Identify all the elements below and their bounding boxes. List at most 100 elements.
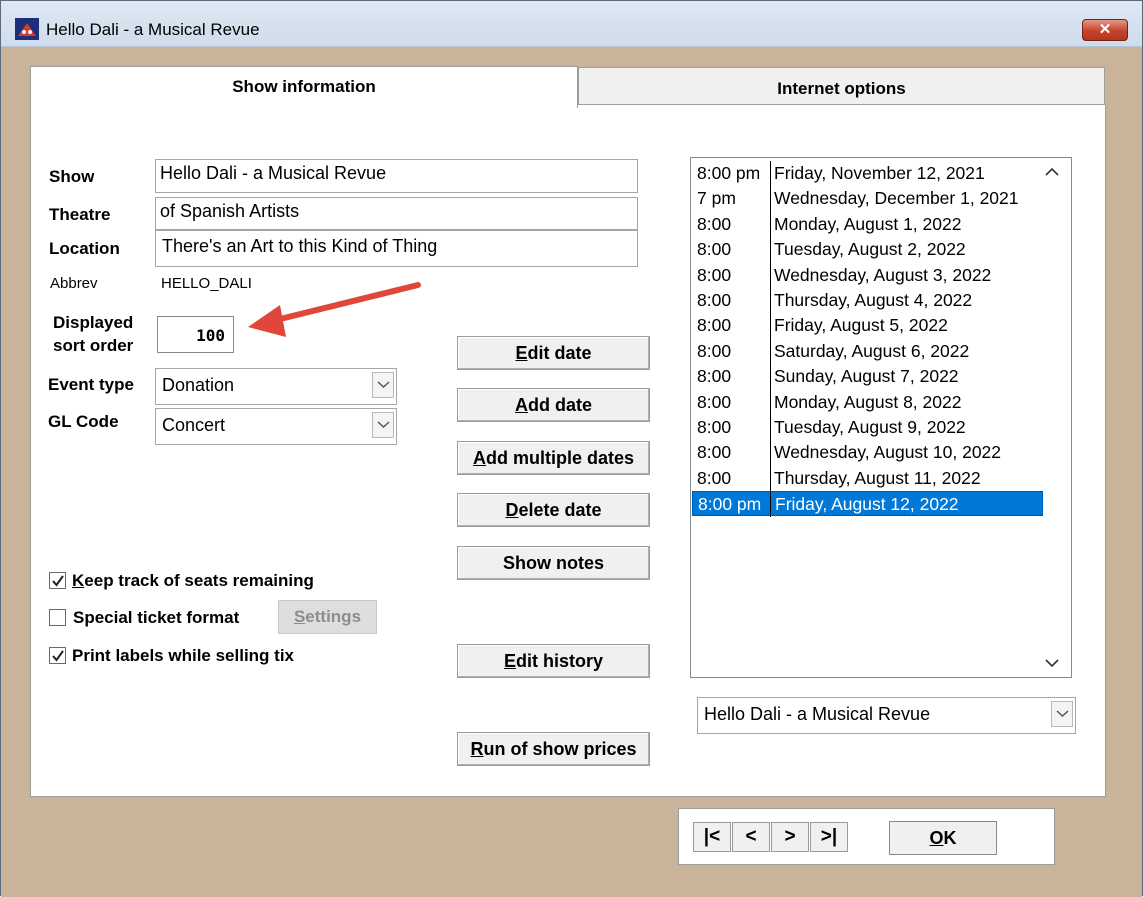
date-value: Monday, August 8, 2022: [774, 391, 962, 412]
keep-track-seats-checkbox[interactable]: [49, 572, 66, 589]
date-value: Wednesday, August 10, 2022: [774, 442, 1002, 463]
date-list-item[interactable]: 8:00 Monday, August 8, 2022: [692, 390, 1043, 415]
date-list-item[interactable]: 8:00 Tuesday, August 9, 2022: [692, 415, 1043, 440]
tab-show-information[interactable]: Show information: [30, 66, 578, 108]
special-ticket-format-checkbox[interactable]: [49, 609, 66, 626]
date-list-item[interactable]: 8:00 Friday, August 5, 2022: [692, 313, 1043, 338]
date-value: Tuesday, August 9, 2022: [774, 417, 966, 437]
last-record-button[interactable]: >|: [810, 822, 848, 852]
theatre-field[interactable]: of Spanish Artists: [155, 197, 638, 230]
settings-label: ettings: [305, 607, 362, 626]
ok-button[interactable]: OK: [889, 821, 997, 855]
chevron-down-icon[interactable]: [372, 412, 394, 438]
event-type-value: Donation: [162, 375, 235, 395]
settings-button[interactable]: Settings: [278, 600, 377, 634]
date-value: Thursday, August 4, 2022: [774, 290, 973, 310]
edit-history-label: dit history: [516, 651, 604, 671]
gl-code-label: GL Code: [48, 412, 119, 431]
date-time: 8:00: [697, 264, 732, 285]
edit-date-label: dit date: [527, 343, 592, 363]
date-list-item[interactable]: 7 pm Wednesday, December 1, 2021: [692, 186, 1043, 211]
show-selector[interactable]: Hello Dali - a Musical Revue: [697, 697, 1076, 734]
date-list-item[interactable]: 8:00 Saturday, August 6, 2022: [692, 339, 1043, 364]
date-time: 8:00: [697, 315, 732, 336]
theatre-label: Theatre: [49, 205, 111, 224]
date-list-item[interactable]: 8:00 pm Friday, August 12, 2022: [692, 491, 1043, 517]
chevron-down-icon[interactable]: [1051, 701, 1073, 727]
add-date-label: dd date: [527, 395, 592, 415]
delete-date-mnemonic: D: [505, 500, 519, 520]
close-icon: ✕: [1098, 21, 1112, 38]
date-value: Thursday, August 11, 2022: [774, 467, 981, 488]
edit-date-mnemonic: E: [515, 343, 528, 363]
date-value: Sunday, August 7, 2022: [774, 366, 959, 387]
app-theatre-icon: [15, 18, 39, 40]
scroll-up-icon[interactable]: [1045, 164, 1067, 184]
abbrev-label: Abbrev: [50, 275, 98, 292]
date-value: Wednesday, December 1, 2021: [774, 188, 1019, 209]
event-type-select[interactable]: Donation: [155, 368, 397, 405]
print-labels-label[interactable]: Print labels while selling tix: [72, 646, 294, 666]
show-notes-button[interactable]: Show notes: [457, 546, 650, 580]
sort-order-field[interactable]: 100: [157, 316, 234, 353]
special-ticket-format-label[interactable]: Special ticket format: [73, 608, 239, 628]
show-selector-value: Hello Dali - a Musical Revue: [704, 704, 931, 724]
date-list-item[interactable]: 8:00 pm Friday, November 12, 2021: [692, 161, 1043, 186]
main-window: Hello Dali - a Musical Revue ✕ Show info…: [0, 0, 1143, 897]
run-prices-label: un of show prices: [483, 739, 637, 759]
add-multiple-label: dd multiple dates: [485, 448, 635, 468]
keep-track-seats-label[interactable]: Keep track of seats remaining: [72, 571, 314, 591]
date-list-item[interactable]: 8:00 Wednesday, August 3, 2022: [692, 263, 1043, 288]
date-list-item[interactable]: 8:00 Sunday, August 7, 2022: [692, 364, 1043, 389]
next-record-button[interactable]: >: [771, 822, 809, 852]
date-time: 8:00 pm: [697, 163, 761, 183]
date-time: 8:00: [697, 417, 732, 437]
date-value: Monday, August 1, 2022: [774, 213, 962, 234]
add-date-button[interactable]: Add date: [457, 388, 650, 422]
run-of-show-prices-button[interactable]: Run of show prices: [457, 732, 650, 766]
date-value: Friday, November 12, 2021: [774, 163, 985, 183]
ok-label: K: [943, 828, 957, 848]
date-list-item[interactable]: 8:00 Wednesday, August 10, 2022: [692, 440, 1043, 465]
gl-code-select[interactable]: Concert: [155, 408, 397, 445]
show-label: Show: [49, 167, 95, 186]
delete-date-button[interactable]: Delete date: [457, 493, 650, 527]
date-value: Tuesday, August 2, 2022: [774, 239, 966, 260]
date-time: 8:00: [697, 213, 732, 234]
sort-order-label-1: Displayed: [53, 313, 134, 332]
date-value: Saturday, August 6, 2022: [774, 340, 970, 361]
edit-history-mnemonic: E: [503, 651, 516, 671]
scroll-down-icon[interactable]: [1045, 655, 1067, 675]
checkmark-icon: [52, 575, 64, 587]
edit-history-button[interactable]: Edit history: [457, 644, 650, 678]
title-bar: Hello Dali - a Musical Revue ✕: [1, 1, 1142, 47]
chevron-down-icon[interactable]: [372, 372, 394, 398]
first-record-button[interactable]: |<: [693, 822, 731, 852]
settings-mnemonic: S: [293, 607, 306, 626]
ok-mnemonic: O: [929, 828, 944, 848]
print-labels-checkbox[interactable]: [49, 647, 66, 664]
previous-record-button[interactable]: <: [732, 822, 770, 852]
add-multiple-dates-button[interactable]: Add multiple dates: [457, 441, 650, 475]
date-value: Wednesday, August 3, 2022: [774, 264, 992, 285]
date-list-item[interactable]: 8:00 Thursday, August 11, 2022: [692, 466, 1043, 491]
show-name-field[interactable]: Hello Dali - a Musical Revue: [155, 159, 638, 193]
date-time: 8:00: [697, 366, 732, 387]
tab-internet-options[interactable]: Internet options: [578, 67, 1105, 105]
date-list-item[interactable]: 8:00 Tuesday, August 2, 2022: [692, 237, 1043, 262]
run-prices-mnemonic: R: [470, 739, 484, 759]
date-value: Friday, August 12, 2022: [775, 494, 959, 515]
location-field[interactable]: There's an Art to this Kind of Thing: [155, 230, 638, 267]
date-value: Friday, August 5, 2022: [774, 315, 948, 336]
add-date-mnemonic: A: [514, 395, 528, 415]
add-multiple-mnemonic: A: [472, 448, 486, 468]
date-list-item[interactable]: 8:00 Monday, August 1, 2022: [692, 212, 1043, 237]
edit-date-button[interactable]: Edit date: [457, 336, 650, 370]
location-label: Location: [49, 239, 120, 258]
date-list-item[interactable]: 8:00 Thursday, August 4, 2022: [692, 288, 1043, 313]
date-time: 7 pm: [697, 188, 736, 209]
date-time: 8:00 pm: [698, 494, 762, 515]
sort-order-label-2: sort order: [53, 336, 134, 355]
close-button[interactable]: ✕: [1082, 19, 1128, 41]
checkmark-icon: [52, 650, 64, 662]
